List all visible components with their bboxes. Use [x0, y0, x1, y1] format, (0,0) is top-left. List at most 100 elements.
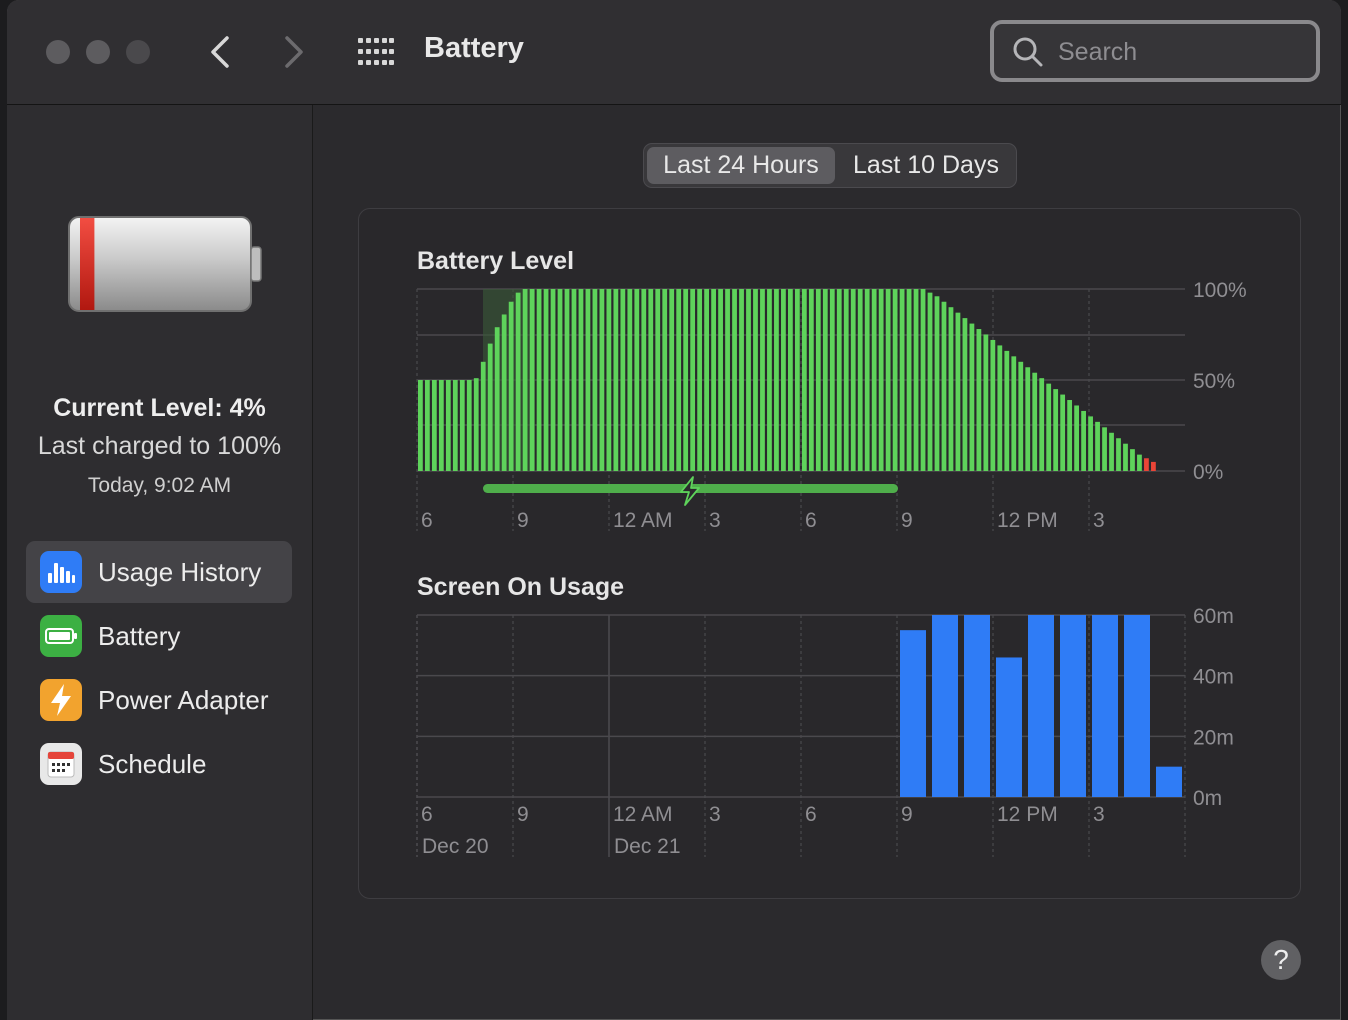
battery-level-bar — [459, 380, 465, 471]
battery-level-bar — [418, 380, 423, 471]
sidebar: Current Level: 4% Last charged to 100% T… — [7, 105, 313, 1020]
usage-y-tick-label: 20m — [1193, 726, 1234, 749]
battery-level-bar — [445, 380, 451, 471]
usage-x-tick-label: 6 — [421, 803, 433, 826]
battery-level-bar — [438, 380, 444, 471]
battery-level-bar — [1039, 378, 1045, 471]
battery-level-bar — [934, 296, 940, 471]
battery-level-bar — [794, 289, 800, 471]
usage-date-label: Dec 21 — [614, 835, 681, 858]
usage-x-tick-label: 3 — [709, 803, 721, 826]
battery-level-bar — [669, 289, 675, 471]
back-button[interactable] — [201, 30, 241, 74]
battery-level-bar — [1144, 458, 1149, 471]
battery-y-tick-label: 50% — [1193, 370, 1235, 393]
battery-level-bar — [473, 378, 479, 471]
battery-level-bar — [697, 289, 703, 471]
battery-x-tick-label: 3 — [1093, 509, 1105, 532]
power-adapter-icon — [40, 679, 82, 721]
battery-level-bar — [431, 380, 437, 471]
battery-x-tick-label: 9 — [901, 509, 913, 532]
battery-level-bar — [501, 314, 507, 471]
sidebar-item-schedule[interactable]: Schedule — [26, 733, 292, 795]
battery-low-icon — [68, 216, 262, 312]
search-field[interactable] — [990, 20, 1320, 82]
battery-level-bar — [564, 289, 570, 471]
sidebar-item-label: Battery — [98, 621, 181, 651]
battery-level-bar — [836, 289, 842, 471]
battery-level-bar — [822, 289, 828, 471]
usage-x-tick-label: 9 — [517, 803, 529, 826]
battery-level-bar — [494, 327, 500, 471]
battery-level-bar — [1053, 389, 1059, 471]
battery-level-bar — [676, 289, 682, 471]
battery-level-bar — [529, 289, 535, 471]
sidebar-item-battery[interactable]: Battery — [26, 605, 292, 667]
battery-level-bar — [948, 307, 954, 471]
tab-last-10-days[interactable]: Last 10 Days — [838, 147, 1014, 184]
battery-level-bar — [1109, 432, 1114, 471]
help-button[interactable]: ? — [1261, 940, 1301, 980]
grid-icon — [358, 38, 394, 65]
battery-level-bar — [850, 289, 856, 471]
usage-date-label: Dec 20 — [422, 835, 489, 858]
sidebar-item-usage-history[interactable]: Usage History — [26, 541, 292, 603]
battery-level-bar — [927, 292, 933, 471]
battery-level-bar — [1067, 400, 1073, 471]
battery-level-bar — [1102, 427, 1107, 471]
battery-level-bar — [613, 289, 619, 471]
battery-level-bar — [941, 301, 947, 471]
minimize-window-button[interactable] — [86, 40, 110, 64]
battery-level-bar — [515, 292, 521, 471]
forward-button[interactable] — [273, 30, 313, 74]
usage-x-tick-label: 9 — [901, 803, 913, 826]
battery-level-bar — [1130, 449, 1135, 471]
battery-level-bar — [892, 289, 898, 471]
screen-usage-bar — [996, 657, 1022, 797]
battery-level-bar — [955, 312, 961, 471]
battery-level-bar — [452, 380, 458, 471]
battery-level-bar — [1046, 383, 1052, 471]
battery-x-tick-label: 3 — [709, 509, 721, 532]
battery-level-bar — [997, 345, 1003, 471]
search-input[interactable] — [1056, 36, 1300, 68]
battery-level-bar — [788, 289, 793, 471]
battery-level-bar — [487, 343, 493, 471]
battery-level-bar — [871, 289, 877, 471]
battery-level-bar — [899, 289, 905, 471]
battery-level-bar — [480, 361, 486, 471]
tab-last-24-hours[interactable]: Last 24 Hours — [647, 147, 835, 184]
battery-level-bar — [522, 289, 528, 471]
sidebar-item-power-adapter[interactable]: Power Adapter — [26, 669, 292, 731]
battery-level-bar — [648, 289, 654, 471]
battery-level-bar — [739, 289, 744, 471]
battery-level-bar — [920, 289, 926, 471]
chevron-left-icon — [211, 36, 229, 68]
window-title: Battery — [424, 32, 524, 64]
battery-level-bar — [1032, 372, 1038, 471]
battery-level-bar — [753, 289, 758, 471]
battery-level-bar — [550, 289, 556, 471]
battery-level-bar — [1123, 443, 1128, 471]
show-all-button[interactable] — [358, 38, 394, 66]
battery-level-bar — [767, 289, 772, 471]
battery-level-bar — [864, 289, 870, 471]
battery-x-tick-label: 6 — [421, 509, 433, 532]
battery-level-bar — [913, 289, 919, 471]
battery-level-bar — [683, 289, 689, 471]
battery-level-bar — [424, 380, 430, 471]
battery-level-bar — [774, 289, 779, 471]
battery-x-tick-label: 12 AM — [613, 509, 673, 532]
battery-level-bar — [592, 289, 598, 471]
close-window-button[interactable] — [46, 40, 70, 64]
battery-icon — [40, 615, 82, 657]
battery-level-bar — [829, 289, 835, 471]
battery-level-bar — [732, 289, 737, 471]
battery-level-bar — [662, 289, 668, 471]
zoom-window-button[interactable] — [126, 40, 150, 64]
battery-level-bar — [704, 289, 710, 471]
battery-level-bar — [536, 289, 542, 471]
screen-usage-bar — [1060, 615, 1086, 797]
battery-level-bar — [962, 318, 968, 471]
usage-y-tick-label: 40m — [1193, 666, 1234, 689]
